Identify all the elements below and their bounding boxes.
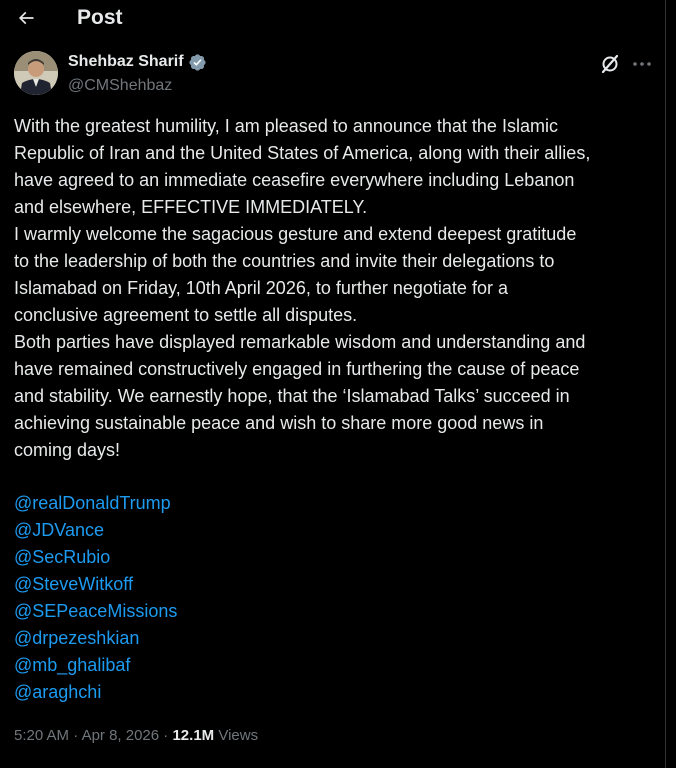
avatar[interactable] — [14, 51, 58, 95]
grok-button[interactable] — [598, 52, 622, 76]
views-count[interactable]: 12.1M — [172, 727, 214, 744]
back-button[interactable] — [8, 0, 44, 36]
post-line: coming days! — [14, 440, 121, 460]
post-line: have agreed to an immediate ceasefire ev… — [14, 170, 575, 190]
post-header: Post — [0, 0, 666, 38]
post-paragraph: Both parties have displayed remarkable w… — [14, 329, 654, 464]
post-view: Post Shehbaz Sharif @CMShehbaz With the … — [0, 0, 666, 768]
author-name-row[interactable]: Shehbaz Sharif — [68, 52, 207, 72]
post-line: Islamabad on Friday, 10th April 2026, to… — [14, 278, 508, 298]
verified-badge-icon[interactable] — [188, 53, 207, 72]
post-paragraph: With the greatest humility, I am pleased… — [14, 113, 654, 221]
post-metadata: 5:20 AM · Apr 8, 2026 · 12.1M Views — [14, 726, 258, 746]
post-paragraph: I warmly welcome the sagacious gesture a… — [14, 221, 654, 329]
grok-icon — [601, 54, 619, 74]
author-handle[interactable]: @CMShehbaz — [68, 76, 172, 96]
more-horizontal-icon — [633, 62, 651, 66]
avatar-image — [14, 51, 58, 95]
mention-link[interactable]: @drpezeshkian — [14, 625, 177, 652]
mention-link[interactable]: @realDonaldTrump — [14, 490, 177, 517]
post-line: achieving sustainable peace and wish to … — [14, 413, 544, 433]
more-options-button[interactable] — [630, 52, 654, 76]
arrow-left-icon — [18, 11, 34, 25]
post-line: I warmly welcome the sagacious gesture a… — [14, 224, 577, 244]
post-line: Republic of Iran and the United States o… — [14, 143, 591, 163]
mention-link[interactable]: @JDVance — [14, 517, 177, 544]
mentions-list: @realDonaldTrump @JDVance @SecRubio @Ste… — [14, 490, 177, 706]
post-line: and elsewhere, EFFECTIVE IMMEDIATELY. — [14, 197, 368, 217]
post-line: With the greatest humility, I am pleased… — [14, 116, 558, 136]
page-title: Post — [77, 6, 123, 29]
meta-separator: · — [159, 727, 173, 744]
meta-separator: · — [69, 727, 82, 744]
post-line: and stability. We earnestly hope, that t… — [14, 386, 570, 406]
views-label: Views — [214, 727, 259, 744]
post-text: With the greatest humility, I am pleased… — [14, 113, 654, 464]
post-line: Both parties have displayed remarkable w… — [14, 332, 586, 352]
post-line: conclusive agreement to settle all dispu… — [14, 305, 358, 325]
post-line: have remained constructively engaged in … — [14, 359, 580, 379]
post-date[interactable]: Apr 8, 2026 — [82, 727, 160, 744]
mention-link[interactable]: @araghchi — [14, 679, 177, 706]
mention-link[interactable]: @SecRubio — [14, 544, 177, 571]
post-time[interactable]: 5:20 AM — [14, 727, 69, 744]
mention-link[interactable]: @SteveWitkoff — [14, 571, 177, 598]
mention-link[interactable]: @SEPeaceMissions — [14, 598, 177, 625]
post-line: to the leadership of both the countries … — [14, 251, 555, 271]
author-name[interactable]: Shehbaz Sharif — [68, 52, 184, 72]
mention-link[interactable]: @mb_ghalibaf — [14, 652, 177, 679]
